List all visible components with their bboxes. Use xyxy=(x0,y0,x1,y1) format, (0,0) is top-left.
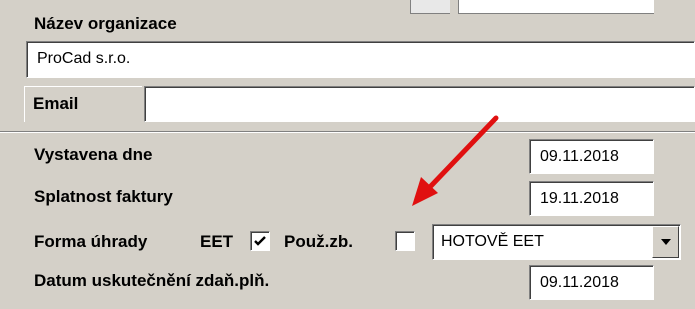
annotation-arrow xyxy=(412,115,499,206)
form-panel: Název organizace ProCad s.r.o. Email Vys… xyxy=(0,0,695,309)
